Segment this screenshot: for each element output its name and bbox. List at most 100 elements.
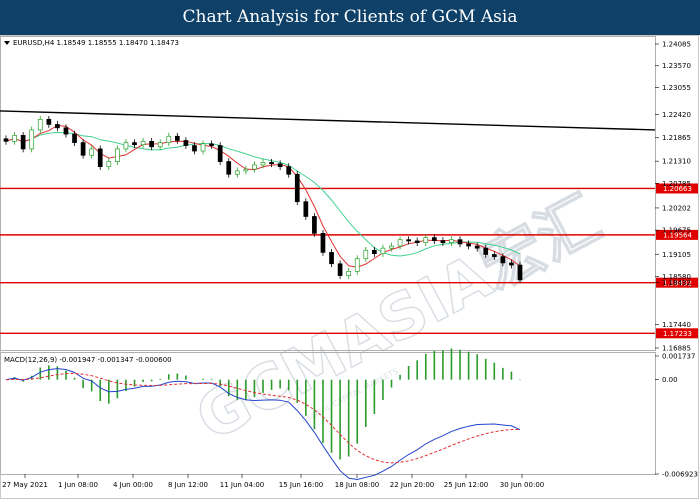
candle-body [80,142,86,156]
candle-body [294,173,300,203]
watermark: GCMASIA宏汇 GLOBAL CAPITAL MARKETS [184,181,613,456]
candle [29,126,35,153]
candle [183,137,189,149]
candle [252,161,257,173]
time-tick-label: 15 Jun 16:00 [279,481,323,489]
candle [106,158,112,171]
candle-body [354,258,360,272]
candle [517,261,523,284]
time-tick-label: 1 Jun 08:00 [58,481,98,489]
candle-body [303,201,309,217]
candle-body [337,263,343,276]
candle-body [286,166,292,175]
macd-info-text: MACD(12,26,9) -0.001947 -0.001347 -0.000… [4,356,172,364]
candle [97,145,103,171]
candle-body [517,264,523,281]
candle-body [115,148,120,162]
candle-body [320,233,326,253]
candle-body [474,245,480,249]
candle-body [457,239,463,245]
candle [140,137,146,149]
watermark-text: GCMASIA宏汇 [184,181,612,455]
candle-body [363,249,369,260]
candle-body [37,119,43,131]
candle-body [140,140,146,146]
time-tick-label: 18 Jun 08:00 [335,481,379,489]
candle-body [406,239,411,242]
candle [12,132,17,145]
time-axis: 27 May 2021 1 Jun 08:00 4 Jun 00:00 8 Jun 1… [2,474,544,489]
candle [149,137,154,151]
candle-body [97,148,103,168]
macd-tick-label: 0.001737 [662,353,695,361]
candle-body [149,140,154,148]
macd-info: MACD(12,26,9) -0.001947 -0.001347 -0.000… [4,356,172,364]
candle [174,132,180,144]
candle [294,170,300,206]
candle [329,248,334,268]
price-chart[interactable]: GCMASIA宏汇 GLOBAL CAPITAL MARKETS 1.20663… [0,0,700,500]
candle-body [106,161,112,168]
price-tick-label: 1.21865 [662,134,691,142]
price-tick-label: 1.20202 [662,204,691,212]
candle [37,115,43,134]
candle-body [63,127,69,135]
candle [312,213,317,237]
candle-body [397,239,403,247]
candle [346,267,352,279]
price-tick-label: 1.17440 [662,321,691,329]
candle-body [483,247,489,255]
candle-body [449,239,454,244]
candle-body [192,145,197,152]
candle-body [123,142,129,150]
candle [80,139,86,159]
candle [20,132,26,153]
candle [337,260,343,279]
candle-body [346,271,352,276]
candle-body [329,252,334,265]
candle-body [252,164,257,170]
candle-body [466,243,471,247]
candle-body [389,245,394,249]
candle [354,255,360,275]
price-tick-label: 1.19675 [662,227,691,235]
candle-body [491,254,497,257]
candle-body [12,135,17,142]
candle [123,139,129,153]
price-tick-label: 1.23570 [662,62,691,70]
candle-body [431,237,437,241]
time-tick-label: 22 Jun 20:00 [390,481,434,489]
candle-body [174,135,180,141]
candle [431,234,437,244]
candle-body [3,138,9,142]
candle-body [277,163,283,168]
candle [200,140,206,155]
candle-body [46,119,52,125]
candle [363,246,369,263]
candle [157,139,163,151]
candle-body [234,170,240,175]
price-tick-label: 1.19105 [662,251,691,259]
candle-body [209,143,214,146]
time-tick-label: 27 May 2021 [2,481,48,489]
symbol-info: EURUSD,H4 1.18549 1.18555 1.18470 1.1847… [4,39,179,47]
candle [449,236,454,247]
trendline[interactable] [0,110,656,131]
candle-body [423,237,429,244]
price-tick-label: 1.20785 [662,180,691,188]
candle-body [509,262,514,266]
candle [217,142,223,165]
candle-body [500,256,506,264]
candle-body [166,135,172,143]
price-tick-label: 1.22420 [662,111,691,119]
time-tick-label: 4 Jun 00:00 [113,481,153,489]
candle [234,167,240,178]
collapse-triangle-icon[interactable] [4,41,10,45]
time-tick-label: 25 Jun 12:00 [444,481,488,489]
candle-body [157,142,163,148]
price-axis: 1.24085 1.23570 1.23055 1.22420 1.21865 1.213… [655,41,691,353]
candle [46,115,52,128]
candle-body [72,133,77,143]
candle-body [55,124,60,129]
candle-body [440,240,446,244]
